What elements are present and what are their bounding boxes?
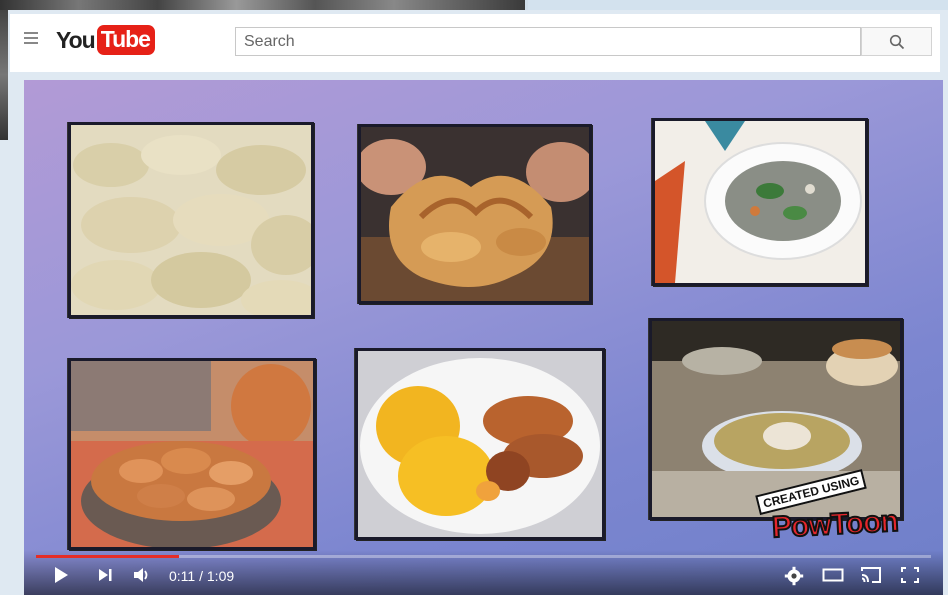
youtube-masthead: You Tube [10, 14, 940, 72]
cast-icon [861, 567, 881, 583]
time-display: 0:11 / 1:09 [169, 568, 234, 584]
youtube-logo[interactable]: You Tube [56, 25, 155, 55]
progress-bar[interactable] [36, 555, 931, 558]
fullscreen-button[interactable] [900, 566, 920, 584]
food-photo-flatbread [358, 124, 592, 304]
next-icon [99, 569, 112, 581]
powtoon-brand: PowToon [770, 504, 899, 546]
hamburger-menu-icon[interactable] [24, 32, 38, 44]
search-box[interactable] [235, 27, 861, 56]
search-icon [889, 34, 904, 49]
background-panel [528, 0, 948, 10]
food-photo-cabbage-rolls [68, 358, 316, 550]
theater-mode-icon [822, 568, 844, 582]
search-input[interactable] [236, 28, 860, 55]
logo-you-text: You [56, 26, 96, 53]
settings-button[interactable] [784, 566, 804, 586]
current-time: 0:11 [169, 568, 196, 584]
volume-icon [134, 568, 148, 582]
next-button[interactable] [96, 566, 114, 584]
background-thumbnail-strip [0, 0, 525, 10]
background-left-edge [0, 10, 8, 140]
player-controls: 0:11 / 1:09 [24, 550, 943, 595]
food-photo-dumplings [68, 122, 314, 318]
time-separator: / [195, 568, 207, 584]
theater-mode-button[interactable] [822, 566, 844, 584]
volume-button[interactable] [132, 566, 150, 584]
duration: 1:09 [206, 568, 235, 584]
search-button[interactable] [861, 27, 932, 56]
food-photo-soup [652, 118, 868, 286]
logo-tube-text: Tube [96, 25, 155, 55]
video-player[interactable]: CREATED USING PowToon 0:11 / 1:09 [24, 80, 943, 595]
food-photo-polenta-sarmale [355, 348, 605, 540]
fullscreen-icon [901, 567, 919, 583]
settings-gear-icon [784, 566, 804, 586]
play-icon [55, 567, 68, 583]
play-button[interactable] [52, 566, 70, 584]
progress-played [36, 555, 180, 558]
cast-button[interactable] [860, 566, 882, 584]
